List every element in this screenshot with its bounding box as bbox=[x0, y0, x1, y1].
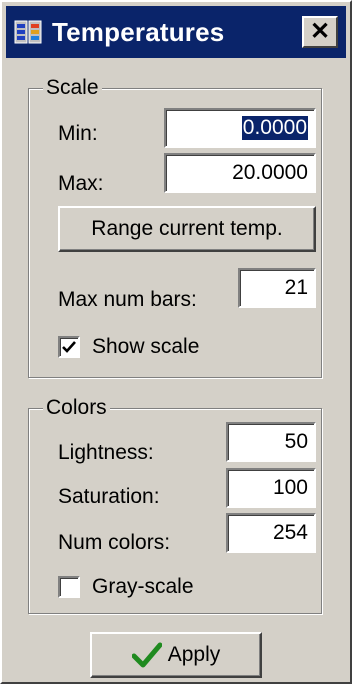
close-button[interactable]: ✕ bbox=[302, 16, 338, 48]
num-colors-label: Num colors: bbox=[58, 531, 171, 554]
max-num-bars-label: Max num bars: bbox=[58, 288, 197, 311]
num-colors-value: 254 bbox=[272, 521, 308, 544]
num-colors-field[interactable]: 254 bbox=[226, 513, 316, 553]
min-field[interactable]: 0.0000 bbox=[164, 108, 316, 148]
apply-label: Apply bbox=[167, 643, 221, 666]
show-scale-checkbox[interactable] bbox=[58, 336, 80, 358]
range-current-temp-label: Range current temp. bbox=[91, 217, 283, 240]
close-icon: ✕ bbox=[309, 18, 331, 45]
gray-scale-label[interactable]: Gray-scale bbox=[92, 574, 194, 600]
saturation-field[interactable]: 100 bbox=[226, 468, 316, 508]
lightness-value: 50 bbox=[284, 430, 308, 453]
checkmark-icon bbox=[62, 341, 76, 353]
colors-group-label: Colors bbox=[43, 395, 110, 421]
app-icon bbox=[14, 20, 42, 44]
max-num-bars-field[interactable]: 21 bbox=[238, 268, 316, 308]
max-field[interactable]: 20.0000 bbox=[164, 153, 316, 193]
window-title: Temperatures bbox=[52, 17, 225, 47]
lightness-label: Lightness: bbox=[58, 441, 154, 464]
min-value: 0.0000 bbox=[241, 116, 308, 140]
max-value: 20.0000 bbox=[232, 161, 308, 184]
scale-group-label: Scale bbox=[43, 75, 102, 101]
checkmark-icon bbox=[131, 642, 162, 668]
range-current-temp-button[interactable]: Range current temp. bbox=[58, 206, 316, 252]
saturation-label: Saturation: bbox=[58, 485, 160, 508]
max-label: Max: bbox=[58, 172, 104, 195]
title-bar[interactable]: Temperatures ✕ bbox=[6, 6, 346, 58]
temperatures-window: Temperatures ✕ Scale Min: 0.0000 Max: 20… bbox=[0, 0, 352, 684]
lightness-field[interactable]: 50 bbox=[226, 422, 316, 462]
gray-scale-checkbox[interactable] bbox=[58, 576, 80, 598]
max-num-bars-value: 21 bbox=[284, 276, 308, 299]
show-scale-label[interactable]: Show scale bbox=[92, 334, 199, 360]
apply-button[interactable]: Apply bbox=[90, 632, 262, 678]
min-label: Min: bbox=[58, 122, 98, 145]
saturation-value: 100 bbox=[272, 476, 308, 499]
